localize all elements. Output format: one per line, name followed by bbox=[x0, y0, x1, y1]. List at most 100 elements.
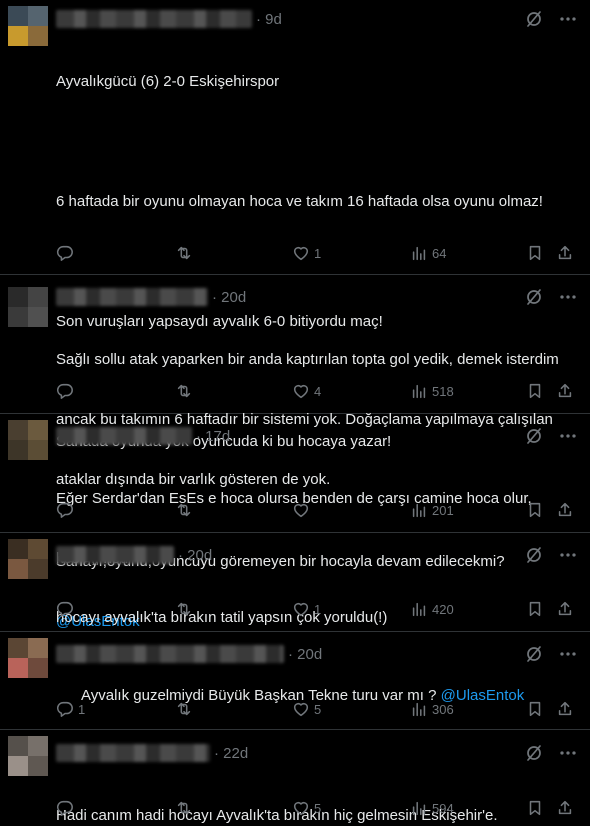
like-icon bbox=[293, 384, 309, 399]
more-icon[interactable] bbox=[558, 743, 578, 763]
share-button[interactable] bbox=[556, 244, 574, 262]
tweet-header: · 17d bbox=[56, 426, 230, 446]
avatar[interactable] bbox=[8, 287, 48, 327]
like-button[interactable]: 5 bbox=[292, 799, 321, 817]
grok-icon[interactable] bbox=[524, 426, 544, 446]
views-icon bbox=[412, 801, 426, 816]
more-icon[interactable] bbox=[558, 545, 578, 565]
like-button[interactable]: 4 bbox=[292, 382, 321, 400]
tweet[interactable]: · 20d hocayı ayvalık'ta bırakın tatil ya… bbox=[0, 533, 590, 632]
share-button[interactable] bbox=[556, 799, 574, 817]
tweet-header: · 20d bbox=[56, 644, 322, 664]
reply-button[interactable] bbox=[56, 501, 78, 519]
bookmark-icon bbox=[529, 245, 541, 261]
author-name-redacted[interactable] bbox=[56, 546, 174, 564]
retweet-button[interactable] bbox=[175, 501, 197, 519]
like-icon bbox=[293, 503, 309, 518]
more-icon[interactable] bbox=[558, 9, 578, 29]
more-icon[interactable] bbox=[558, 426, 578, 446]
grok-icon[interactable] bbox=[524, 287, 544, 307]
views-button[interactable]: 306 bbox=[410, 700, 454, 718]
grok-icon[interactable] bbox=[524, 545, 544, 565]
text-line: Sağlı sollu atak yaparken bir anda kaptı… bbox=[56, 351, 559, 368]
tweet-actions: 201 bbox=[56, 499, 582, 521]
retweet-icon bbox=[177, 602, 191, 616]
retweet-button[interactable] bbox=[175, 799, 197, 817]
more-icon[interactable] bbox=[558, 644, 578, 664]
grok-icon[interactable] bbox=[524, 743, 544, 763]
timestamp[interactable]: 20d bbox=[221, 289, 246, 306]
timeline: · 9d Ayvalıkgücü (6) 2-0 Eskişehirspor 6… bbox=[0, 0, 590, 826]
share-button[interactable] bbox=[556, 700, 574, 718]
grok-icon[interactable] bbox=[524, 644, 544, 664]
timestamp[interactable]: 20d bbox=[297, 646, 322, 663]
avatar[interactable] bbox=[8, 420, 48, 460]
avatar[interactable] bbox=[8, 638, 48, 678]
author-name-redacted[interactable] bbox=[56, 744, 210, 762]
views-button[interactable]: 420 bbox=[410, 600, 454, 618]
bookmark-button[interactable] bbox=[526, 600, 544, 618]
retweet-button[interactable] bbox=[175, 382, 197, 400]
retweet-button[interactable] bbox=[175, 600, 197, 618]
bookmark-icon bbox=[529, 502, 541, 518]
views-button[interactable]: 64 bbox=[410, 244, 446, 262]
tweet-actions: 1 420 bbox=[56, 598, 582, 620]
timestamp[interactable]: 20d bbox=[187, 547, 212, 564]
reply-button[interactable] bbox=[56, 799, 78, 817]
views-button[interactable]: 201 bbox=[410, 501, 454, 519]
tweet-header-icons bbox=[524, 9, 578, 29]
views-icon bbox=[412, 246, 426, 261]
bookmark-button[interactable] bbox=[526, 700, 544, 718]
share-button[interactable] bbox=[556, 501, 574, 519]
author-name-redacted[interactable] bbox=[56, 10, 252, 28]
tweet-header: · 20d bbox=[56, 287, 246, 307]
bookmark-icon bbox=[529, 800, 541, 816]
views-icon bbox=[412, 702, 426, 717]
bookmark-button[interactable] bbox=[526, 799, 544, 817]
like-count: 1 bbox=[314, 601, 322, 617]
like-button[interactable] bbox=[292, 501, 314, 519]
share-button[interactable] bbox=[556, 382, 574, 400]
views-button[interactable]: 594 bbox=[410, 799, 454, 817]
like-button[interactable]: 1 bbox=[292, 600, 321, 618]
tweet[interactable]: · 17d Eğer Serdar'dan EsEs e hoca olursa… bbox=[0, 414, 590, 567]
retweet-button[interactable] bbox=[175, 700, 197, 718]
reply-button[interactable] bbox=[56, 382, 78, 400]
timestamp[interactable]: 9d bbox=[265, 11, 282, 28]
reply-button[interactable] bbox=[56, 600, 78, 618]
like-button[interactable]: 5 bbox=[292, 700, 321, 718]
reply-button[interactable] bbox=[56, 244, 78, 262]
bookmark-button[interactable] bbox=[526, 244, 544, 262]
share-button[interactable] bbox=[556, 600, 574, 618]
views-button[interactable]: 518 bbox=[410, 382, 454, 400]
tweet-actions: 1 5 306 bbox=[56, 698, 582, 720]
like-count: 1 bbox=[314, 245, 322, 261]
retweet-icon bbox=[177, 702, 191, 716]
avatar[interactable] bbox=[8, 6, 48, 46]
timestamp[interactable]: 17d bbox=[205, 428, 230, 445]
tweet[interactable]: · 20d Ayvalık guzelmiydi Büyük Başkan Te… bbox=[0, 632, 590, 730]
tweet-actions: 1 64 bbox=[56, 242, 582, 264]
tweet[interactable]: · 22d Hadi canım hadi hocayı Ayvalık'ta … bbox=[0, 730, 590, 826]
reply-icon bbox=[56, 245, 73, 261]
views-icon bbox=[412, 602, 426, 617]
author-name-redacted[interactable] bbox=[56, 645, 284, 663]
author-name-redacted[interactable] bbox=[56, 288, 208, 306]
author-name-redacted[interactable] bbox=[56, 427, 192, 445]
avatar[interactable] bbox=[8, 539, 48, 579]
avatar[interactable] bbox=[8, 736, 48, 776]
grok-icon[interactable] bbox=[524, 9, 544, 29]
bookmark-button[interactable] bbox=[526, 501, 544, 519]
bookmark-button[interactable] bbox=[526, 382, 544, 400]
timestamp[interactable]: 22d bbox=[223, 745, 248, 762]
reply-icon bbox=[56, 601, 73, 617]
tweet-actions: 4 518 bbox=[56, 380, 582, 402]
view-count: 518 bbox=[432, 383, 454, 399]
more-icon[interactable] bbox=[558, 287, 578, 307]
tweet[interactable]: · 20d Sağlı sollu atak yaparken bir anda… bbox=[0, 275, 590, 488]
tweet[interactable]: · 9d Ayvalıkgücü (6) 2-0 Eskişehirspor 6… bbox=[0, 0, 590, 630]
tweet-header-icons bbox=[524, 426, 578, 446]
retweet-button[interactable] bbox=[175, 244, 197, 262]
reply-button[interactable]: 1 bbox=[56, 700, 85, 718]
like-button[interactable]: 1 bbox=[292, 244, 321, 262]
